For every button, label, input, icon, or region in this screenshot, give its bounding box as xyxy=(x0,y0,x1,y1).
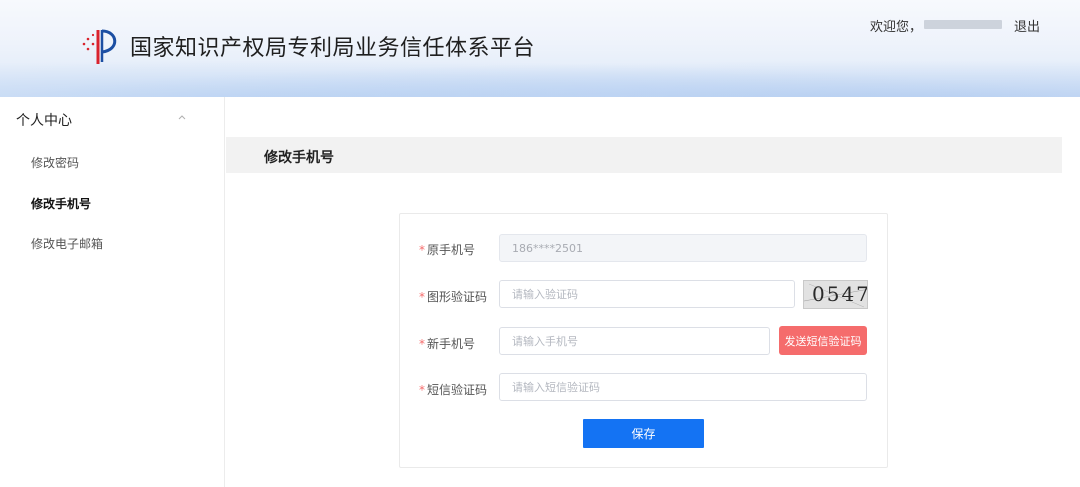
sms-code-label-text: 短信验证码 xyxy=(427,383,488,397)
sidebar-item-change-email[interactable]: 修改电子邮箱 xyxy=(31,235,103,252)
image-captcha-input[interactable] xyxy=(499,280,795,308)
original-phone-field xyxy=(499,234,867,262)
captcha-text: 0547 xyxy=(812,282,868,306)
image-captcha-label: * 图形验证码 xyxy=(419,288,487,305)
masked-username xyxy=(924,20,1002,29)
required-mark: * xyxy=(419,337,425,351)
sidebar-item-change-phone[interactable]: 修改手机号 xyxy=(31,195,91,212)
new-phone-input[interactable] xyxy=(499,327,770,355)
welcome-text: 欢迎您， xyxy=(870,20,923,35)
image-captcha-label-text: 图形验证码 xyxy=(427,290,488,304)
cnipa-logo-icon xyxy=(82,29,117,64)
sidebar-title[interactable]: 个人中心 xyxy=(16,110,72,130)
page-header: 国家知识产权局专利局业务信任体系平台 欢迎您， 退出 xyxy=(0,0,1080,97)
sms-code-input[interactable] xyxy=(499,373,867,401)
section-header: 修改手机号 xyxy=(226,137,1062,173)
required-mark: * xyxy=(419,383,425,397)
logout-link[interactable]: 退出 xyxy=(1014,16,1040,35)
header-background-glow xyxy=(0,60,1080,97)
sms-code-label: * 短信验证码 xyxy=(419,381,487,398)
original-phone-label: * 原手机号 xyxy=(419,241,475,258)
original-phone-label-text: 原手机号 xyxy=(427,243,476,257)
new-phone-label-text: 新手机号 xyxy=(427,337,476,351)
sidebar: 个人中心 修改密码 修改手机号 修改电子邮箱 xyxy=(0,97,225,487)
new-phone-label: * 新手机号 xyxy=(419,335,475,352)
required-mark: * xyxy=(419,243,425,257)
site-title: 国家知识产权局专利局业务信任体系平台 xyxy=(130,36,536,61)
save-button[interactable]: 保存 xyxy=(583,419,704,448)
change-phone-form: *原手机号 *图形验证码 0547 *新手机号 发送短信验证码 *短信验证码 保… xyxy=(399,213,888,468)
send-sms-code-button[interactable]: 发送短信验证码 xyxy=(779,326,867,355)
sidebar-item-change-password[interactable]: 修改密码 xyxy=(31,154,79,171)
required-mark: * xyxy=(419,290,425,304)
chevron-up-icon[interactable] xyxy=(176,111,188,123)
captcha-image[interactable]: 0547 xyxy=(803,280,868,309)
page-title: 修改手机号 xyxy=(264,150,334,166)
